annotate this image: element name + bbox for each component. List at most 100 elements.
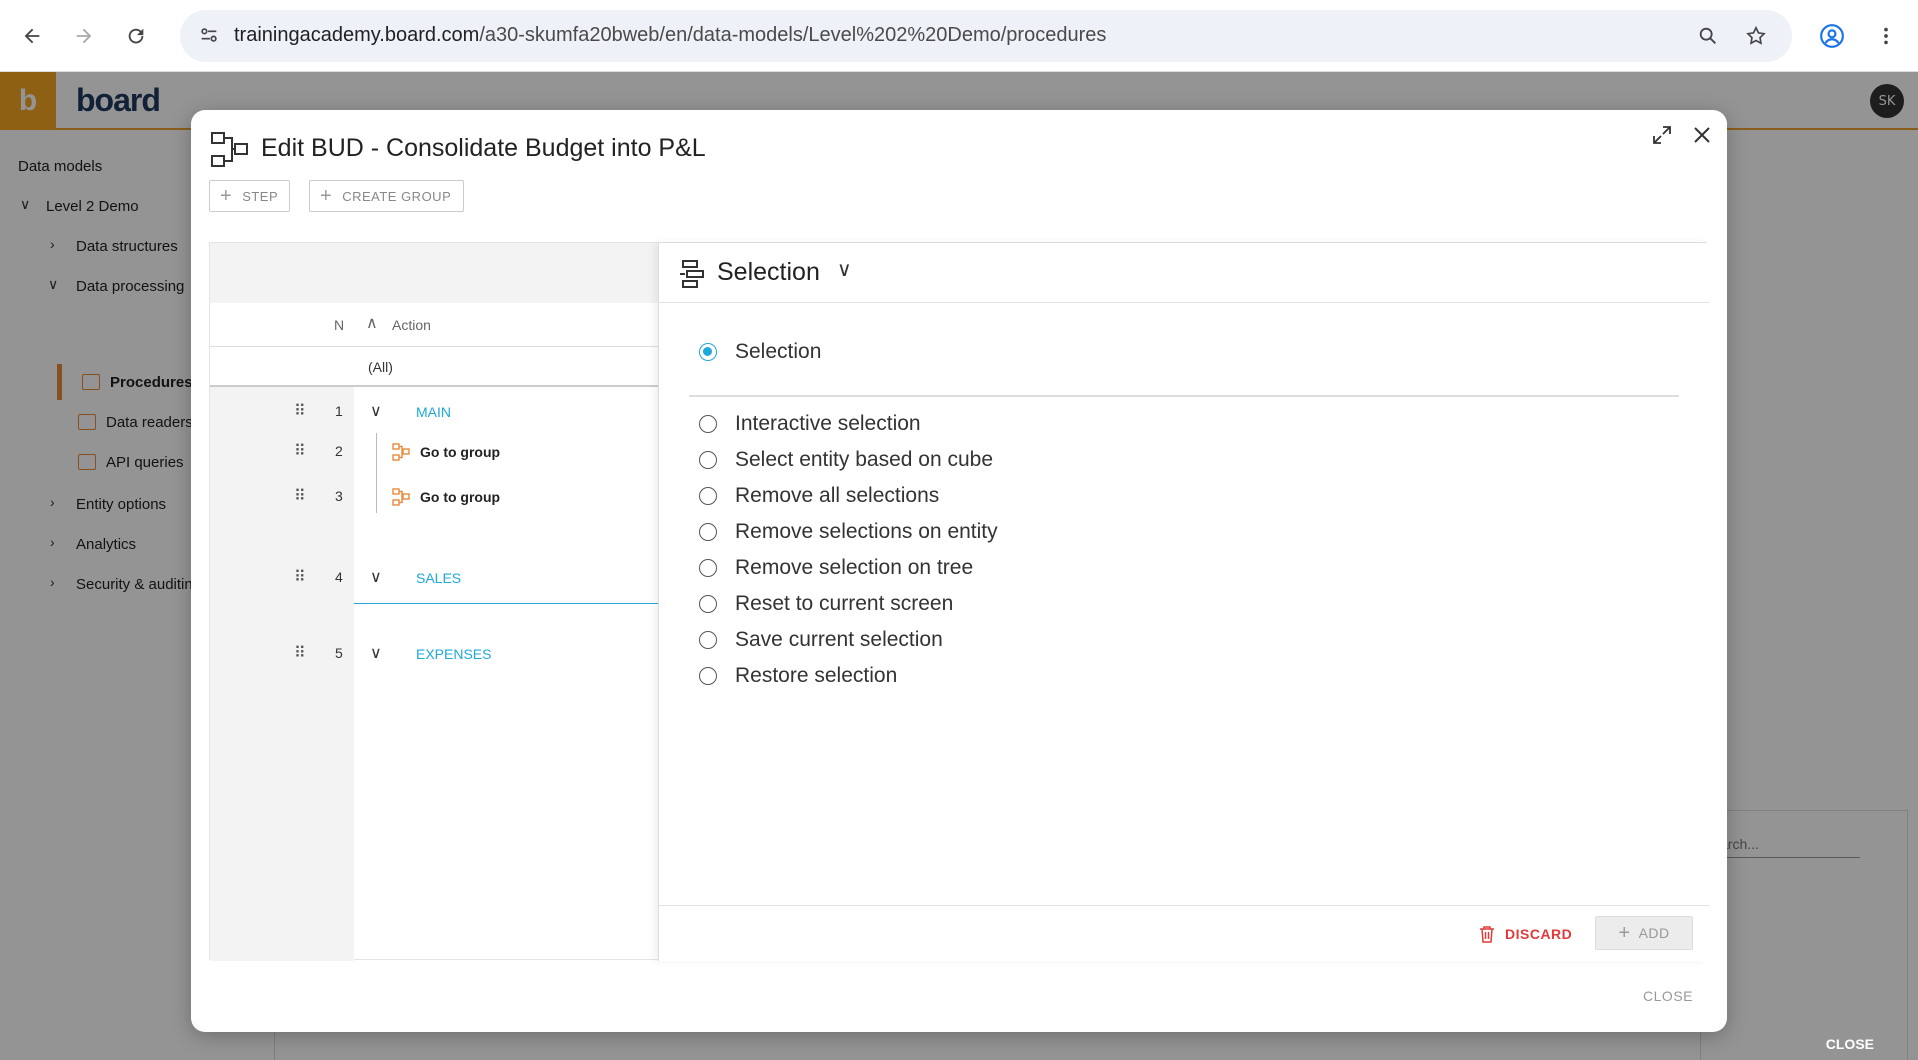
url-domain: trainingacademy.board.com (234, 24, 480, 46)
radio-button[interactable] (699, 343, 717, 361)
close-icon[interactable] (1687, 120, 1717, 150)
editor-footer: DISCARD + ADD (659, 905, 1709, 961)
radio-button[interactable] (699, 559, 717, 577)
radio-button[interactable] (699, 487, 717, 505)
row-number: 1 (335, 403, 343, 419)
discard-label: DISCARD (1505, 926, 1573, 942)
radio-save-current-selection[interactable]: Save current selection (699, 625, 943, 655)
site-info-icon[interactable] (198, 24, 220, 50)
radio-label: Remove selection on tree (735, 556, 974, 579)
action-label[interactable]: Go to group (420, 489, 500, 505)
add-step-label: STEP (242, 188, 279, 204)
url-path: /a30-skumfa20bweb/en/data-models/Level%2… (479, 24, 1107, 46)
group-label[interactable]: EXPENSES (416, 646, 491, 662)
drag-handle-icon[interactable]: ⠿ (294, 569, 308, 587)
modal-close-button[interactable]: CLOSE (1643, 988, 1693, 1004)
procedure-step-icon (392, 488, 410, 506)
create-group-button[interactable]: + CREATE GROUP (309, 180, 464, 212)
browser-menu-icon[interactable] (1868, 18, 1904, 54)
radio-remove-selection-on-tree[interactable]: Remove selection on tree (699, 553, 973, 583)
browser-toolbar: trainingacademy.board.com/a30-skumfa20bw… (0, 0, 1918, 72)
row-number: 2 (335, 443, 343, 459)
row-number: 5 (335, 645, 343, 661)
radio-label: Interactive selection (735, 412, 921, 435)
radio-remove-selections-on-entity[interactable]: Remove selections on entity (699, 517, 998, 547)
column-action[interactable]: Action (392, 317, 431, 333)
table-row[interactable]: ⠿ 1 ∨ MAIN (210, 393, 658, 433)
add-step-button[interactable]: + STEP (209, 180, 290, 212)
grid-filter-row: (All) (210, 347, 658, 387)
table-row[interactable]: ⠿ 4 ∨ SALES (210, 559, 658, 599)
plus-icon: + (1618, 921, 1631, 944)
procedure-icon (211, 132, 249, 168)
trash-icon (1479, 925, 1495, 943)
radio-reset-to-current-screen[interactable]: Reset to current screen (699, 589, 953, 619)
chevron-down-icon[interactable]: ∨ (370, 401, 382, 421)
radio-restore-selection[interactable]: Restore selection (699, 661, 897, 691)
filter-all[interactable]: (All) (368, 359, 393, 375)
selected-row-underline (354, 603, 658, 604)
radio-button[interactable] (699, 415, 717, 433)
forward-icon[interactable] (66, 18, 102, 54)
radio-button[interactable] (699, 631, 717, 649)
drag-handle-icon[interactable]: ⠿ (294, 403, 308, 421)
grid-top-bar (210, 243, 658, 303)
drag-handle-icon[interactable]: ⠿ (294, 443, 308, 461)
radio-label: Select entity based on cube (735, 448, 994, 471)
radio-button[interactable] (699, 667, 717, 685)
zoom-icon[interactable] (1690, 18, 1726, 54)
back-icon[interactable] (14, 18, 50, 54)
modal-title: Edit BUD - Consolidate Budget into P&L (261, 134, 706, 162)
radio-select-entity-on-cube[interactable]: Select entity based on cube (699, 445, 993, 475)
step-editor-panel: Selection ∨ Selection Interactive select… (658, 243, 1709, 961)
add-step-confirm-button[interactable]: + ADD (1595, 916, 1693, 950)
discard-button[interactable]: DISCARD (1479, 920, 1572, 948)
chevron-down-icon[interactable]: ∨ (370, 643, 382, 663)
action-label[interactable]: Go to group (420, 444, 500, 460)
radio-remove-all-selections[interactable]: Remove all selections (699, 481, 939, 511)
sort-up-icon[interactable]: ∧ (366, 313, 378, 333)
plus-icon: + (220, 184, 233, 207)
radio-selection[interactable]: Selection (699, 337, 821, 367)
edit-procedure-modal: Edit BUD - Consolidate Budget into P&L +… (191, 110, 1727, 1032)
chevron-down-icon[interactable]: ∨ (370, 567, 382, 587)
background-close-button[interactable]: CLOSE (1826, 1036, 1874, 1052)
profile-icon[interactable] (1814, 18, 1850, 54)
radio-label: Restore selection (735, 664, 898, 687)
chevron-down-icon[interactable]: ∨ (837, 257, 852, 281)
divider (689, 395, 1679, 397)
reload-icon[interactable] (118, 18, 154, 54)
drag-handle-icon[interactable]: ⠿ (294, 488, 308, 506)
editor-header: Selection ∨ (659, 243, 1709, 303)
group-label[interactable]: MAIN (416, 404, 451, 420)
table-row[interactable]: ⠿ 3 Go to group (210, 478, 658, 518)
address-bar[interactable]: trainingacademy.board.com/a30-skumfa20bw… (180, 10, 1792, 62)
plus-icon: + (320, 184, 333, 207)
grid-header: N ∧ Action (210, 303, 658, 347)
radio-label: Reset to current screen (735, 592, 954, 615)
table-row[interactable]: ⠿ 2 Go to group (210, 433, 658, 473)
radio-button[interactable] (699, 523, 717, 541)
group-label[interactable]: SALES (416, 570, 461, 586)
expand-icon[interactable] (1647, 120, 1677, 150)
selection-icon (679, 259, 705, 289)
create-group-label: CREATE GROUP (342, 188, 452, 204)
table-row[interactable]: ⠿ 5 ∨ EXPENSES (210, 635, 658, 675)
bookmark-star-icon[interactable] (1738, 18, 1774, 54)
procedure-grid: N ∧ Action (All) ⠿ 1 ∨ MAIN ⠿ 2 Go to gr… (209, 242, 1709, 961)
row-number: 4 (335, 569, 343, 585)
radio-label: Save current selection (735, 628, 943, 651)
step-type-dropdown[interactable]: Selection (717, 258, 820, 287)
radio-interactive-selection[interactable]: Interactive selection (699, 409, 921, 439)
radio-button[interactable] (699, 451, 717, 469)
radio-label: Remove selections on entity (735, 520, 998, 543)
add-label: ADD (1638, 925, 1670, 941)
radio-label: Selection (735, 340, 822, 363)
radio-label: Remove all selections (735, 484, 940, 507)
url-text: trainingacademy.board.com/a30-skumfa20bw… (234, 24, 1106, 47)
radio-button[interactable] (699, 595, 717, 613)
row-number: 3 (335, 488, 343, 504)
drag-handle-icon[interactable]: ⠿ (294, 645, 308, 663)
column-n[interactable]: N (334, 317, 344, 333)
procedure-step-icon (392, 443, 410, 461)
